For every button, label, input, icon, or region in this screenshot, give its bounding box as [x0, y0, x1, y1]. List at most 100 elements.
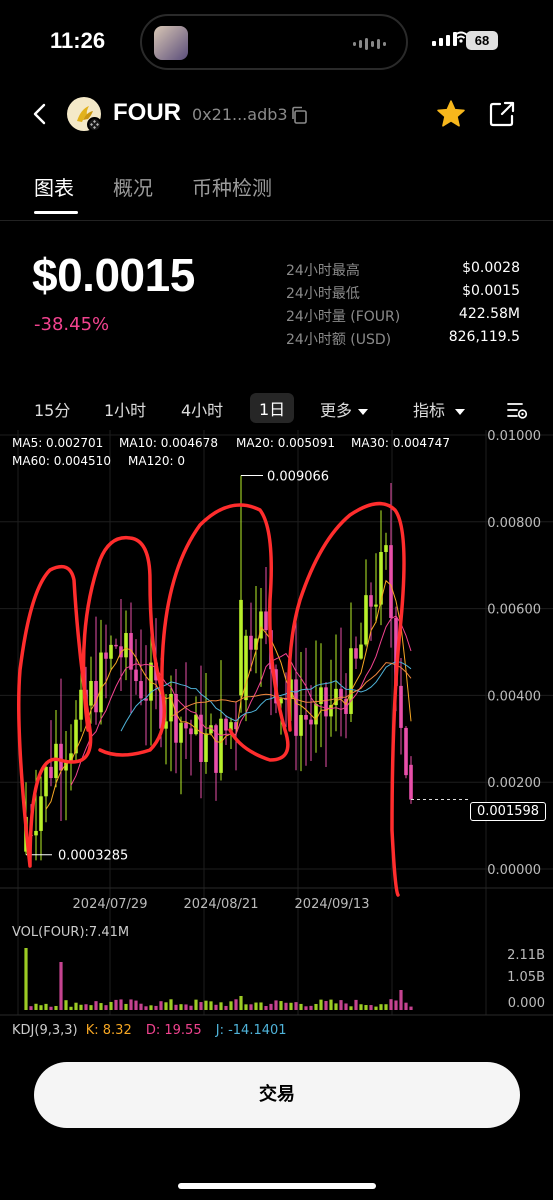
volume-bar	[199, 1002, 203, 1010]
volume-bar	[364, 1005, 368, 1010]
volume-bar	[49, 1006, 53, 1010]
interval-1h[interactable]: 1小时	[104, 397, 146, 421]
chevron-down-icon	[358, 408, 369, 415]
volume-bar	[274, 1000, 278, 1010]
volume-bar	[54, 1005, 58, 1010]
candle-body	[314, 703, 318, 725]
ma5-label: MA5: 0.002701	[12, 436, 104, 450]
volume-bar	[374, 1006, 378, 1010]
candle-body	[359, 644, 363, 659]
candle-body	[299, 715, 303, 736]
trade-button[interactable]: 交易	[34, 1062, 520, 1128]
candle-body	[79, 689, 83, 720]
candle-body	[204, 733, 208, 762]
candle-body	[249, 635, 253, 650]
more-label: 更多	[320, 401, 353, 420]
share-icon[interactable]	[488, 100, 516, 128]
volume-bar	[379, 1004, 383, 1010]
candle-body	[134, 669, 138, 682]
interval-1d[interactable]: 1日	[250, 393, 295, 423]
interval-15m[interactable]: 15分	[34, 397, 70, 421]
candle-body	[59, 743, 63, 771]
candle-body	[244, 635, 248, 701]
candle-body	[239, 599, 243, 696]
y-tick-label: 0.01000	[487, 430, 541, 444]
chevron-down-icon	[455, 408, 466, 415]
more-intervals-dropdown[interactable]: 更多	[320, 397, 369, 421]
volume-bar	[299, 1003, 303, 1010]
volume-bar	[269, 1003, 273, 1010]
favorite-star-icon[interactable]	[436, 99, 466, 129]
volume-bar	[349, 1006, 353, 1010]
volume-tick-label: 2.11B	[507, 948, 545, 963]
candle-body	[324, 687, 328, 717]
volume-bar	[219, 1002, 223, 1010]
volume-bar	[89, 1005, 93, 1010]
candle-body	[184, 722, 188, 729]
volume-bar	[354, 999, 358, 1010]
ma20-label: MA20: 0.005091	[236, 436, 335, 450]
kdj-prefix: KDJ(9,3,3)	[12, 1023, 78, 1038]
y-tick-label: 0.00200	[487, 776, 541, 791]
status-time: 11:26	[50, 28, 106, 53]
volume-bar	[369, 1005, 373, 1010]
indicator-dropdown[interactable]: 指标	[413, 397, 466, 421]
candle-body	[74, 719, 78, 754]
volume-bar	[249, 1004, 253, 1010]
candle-body	[34, 830, 38, 836]
stat-label: 24小时最高	[286, 263, 360, 279]
volume-bar	[119, 999, 123, 1010]
tab-chart[interactable]: 图表	[34, 172, 74, 201]
volume-bar	[184, 1004, 188, 1010]
dynamic-island[interactable]	[140, 14, 408, 70]
candle-body	[139, 681, 143, 699]
candle-body	[384, 545, 388, 553]
candlestick-chart[interactable]: 0.01000 0.00800 0.00600 0.00400 0.00200 0.000…	[0, 430, 553, 1030]
low-price-label: 0.0003285	[58, 849, 128, 864]
candle-body	[264, 611, 268, 631]
candle-body	[409, 764, 413, 800]
volume-bar	[214, 1004, 218, 1010]
volume-bar	[84, 1004, 88, 1010]
back-arrow-icon[interactable]	[30, 102, 50, 126]
volume-bar	[324, 1000, 328, 1010]
indicator-label: 指标	[413, 401, 446, 420]
token-symbol: FOUR	[113, 99, 181, 126]
now-playing-artwork	[154, 26, 188, 60]
tab-token-check[interactable]: 币种检测	[192, 172, 272, 201]
volume-bar	[224, 1005, 228, 1010]
y-tick-label: 0.00800	[487, 516, 541, 531]
volume-bar	[174, 1004, 178, 1010]
stat-label: 24小时额 (USD)	[286, 332, 392, 348]
candle-body	[114, 644, 118, 647]
ma120-label: MA120: 0	[128, 454, 185, 468]
volume-bar	[334, 1003, 338, 1010]
tab-overview[interactable]: 概况	[113, 172, 153, 201]
chart-settings-icon[interactable]	[506, 399, 528, 421]
volume-bar	[129, 999, 133, 1010]
volume-bar	[59, 962, 63, 1010]
volume-bar	[309, 1005, 313, 1010]
volume-bar	[229, 1001, 233, 1010]
price-chart[interactable]: 0.01000 0.00800 0.00600 0.00400 0.00200 0.000…	[0, 430, 553, 1038]
x-tick-label: 2024/09/13	[295, 897, 370, 912]
kdj-indicator: KDJ(9,3,3) K: 8.32 D: 19.55 J: -14.1401	[12, 1023, 287, 1038]
stat-value: 422.58M	[458, 306, 520, 322]
status-bar: 11:26 68	[0, 0, 553, 80]
volume-bar	[289, 1002, 293, 1010]
volume-bar	[34, 1003, 38, 1010]
volume-bar	[204, 1000, 208, 1010]
volume-bar	[359, 1004, 363, 1010]
copy-icon[interactable]	[290, 106, 308, 124]
candle-body	[399, 685, 403, 728]
stat-row: 24小时量 (FOUR) 422.58M	[286, 306, 520, 329]
volume-bar	[399, 990, 403, 1010]
y-tick-label: 0.00600	[487, 603, 541, 618]
interval-4h[interactable]: 4小时	[181, 397, 223, 421]
volume-bar	[154, 1005, 158, 1010]
volume-bar	[39, 1005, 43, 1010]
volume-bar	[409, 1006, 413, 1010]
volume-bar	[99, 1003, 103, 1010]
divider	[0, 220, 553, 221]
stat-value: $0.0028	[462, 260, 520, 276]
